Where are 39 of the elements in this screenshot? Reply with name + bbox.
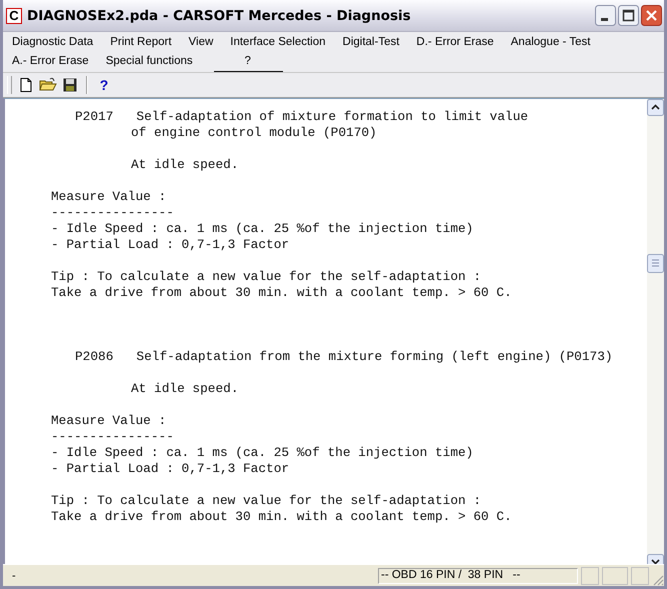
text-line: P2086 Self-adaptation from the mixture forming (left engine) (P0173) [75, 349, 613, 365]
menu-item[interactable]: A.- Error Erase [8, 53, 94, 72]
help-button[interactable]: ? [94, 75, 114, 95]
menu-item[interactable]: View [184, 34, 218, 53]
text-line: At idle speed. [131, 381, 239, 397]
text-line: - Partial Load : 0,7-1,3 Factor [51, 461, 290, 477]
status-text: - [11, 570, 17, 582]
text-line: Measure Value : [51, 413, 166, 429]
text-line: ---------------- [51, 205, 174, 221]
close-button[interactable] [641, 5, 662, 26]
text-line: - Idle Speed : ca. 1 ms (ca. 25 %of the injection time) [51, 221, 474, 237]
status-pane [602, 566, 628, 584]
window-title: DIAGNOSEx2.pda - CARSOFT Mercedes - Diagnosis [27, 8, 412, 24]
text-line: Take a drive from about 30 min. with a coolant temp. > 60 C. [51, 509, 512, 525]
text-line: Measure Value : [51, 189, 166, 205]
text-line: - Partial Load : 0,7-1,3 Factor [51, 237, 290, 253]
text-line: of engine control module (P0170) [131, 125, 377, 141]
vertical-scrollbar[interactable] [647, 99, 664, 564]
status-pane [631, 566, 649, 584]
text-line: Tip : To calculate a new value for the self-adaptation : [51, 493, 482, 509]
resize-grip-icon[interactable] [652, 574, 664, 586]
menu-item[interactable]: Diagnostic Data [8, 34, 98, 53]
app-icon: C [6, 8, 22, 24]
status-pane [581, 566, 599, 584]
menu-item[interactable]: D.- Error Erase [412, 34, 499, 53]
text-line: - Idle Speed : ca. 1 ms (ca. 25 %of the injection time) [51, 445, 474, 461]
text-line: P2017 Self-adaptation of mixture formation to limit value [75, 109, 528, 125]
text-line: Take a drive from about 30 min. with a coolant temp. > 60 C. [51, 285, 512, 301]
text-line: ---------------- [51, 429, 174, 445]
maximize-button[interactable] [618, 5, 639, 26]
menu-item[interactable]: Print Report [106, 34, 177, 53]
menu-item[interactable]: Analogue - Test [506, 34, 596, 53]
menu-item[interactable]: Interface Selection [226, 34, 331, 53]
status-pane: -- OBD 16 PIN / 38 PIN -- [378, 568, 578, 584]
menu-item[interactable]: Digital-Test [338, 34, 404, 53]
text-line: Tip : To calculate a new value for the self-adaptation : [51, 269, 482, 285]
minimize-button[interactable] [595, 5, 616, 26]
menu-item[interactable]: Special functions [102, 53, 198, 72]
text-line: At idle speed. [131, 157, 239, 173]
